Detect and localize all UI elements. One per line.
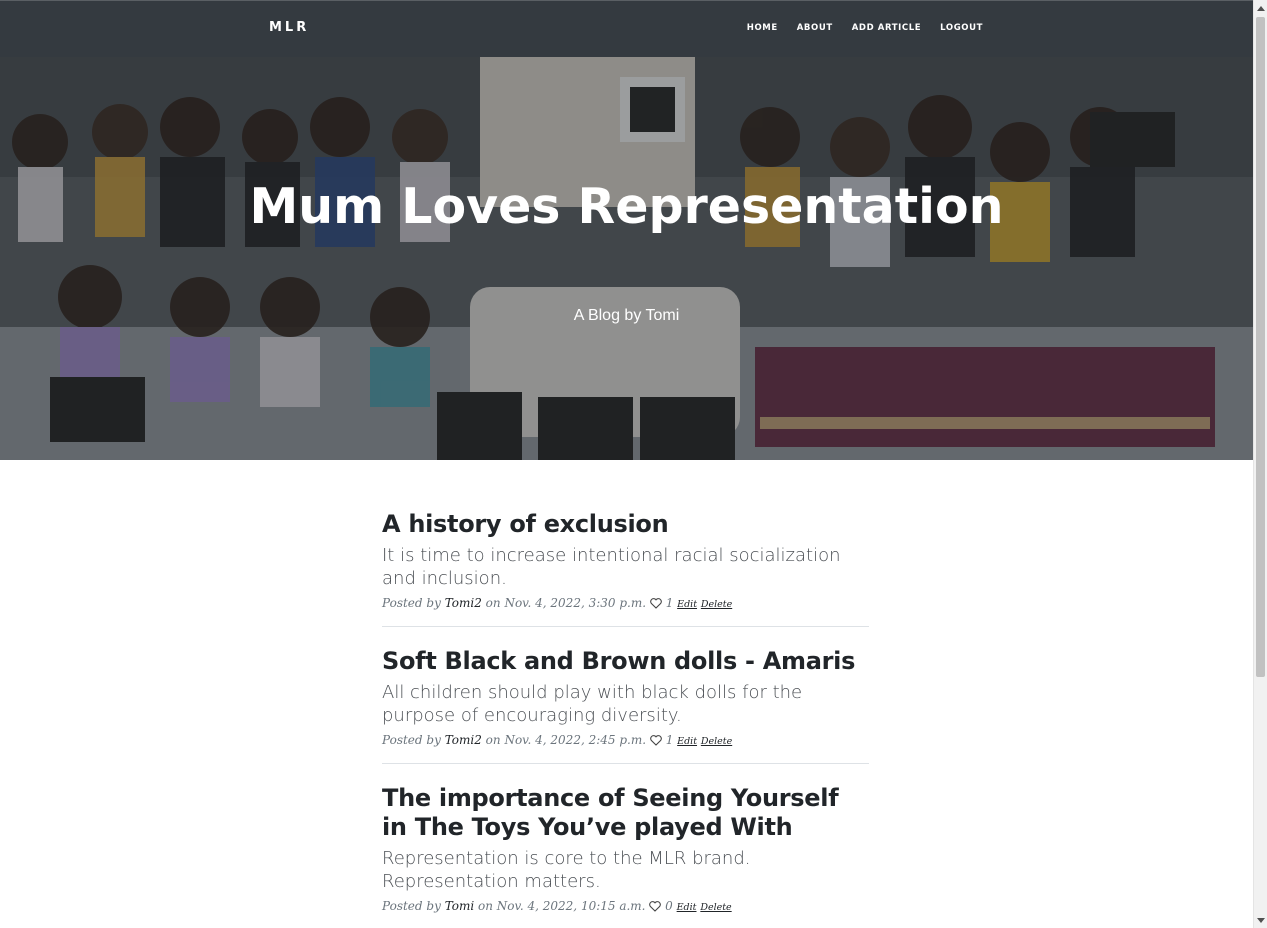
nav-link-add-article[interactable]: ADD ARTICLE [852,23,921,33]
scroll-down-arrow-icon[interactable] [1257,918,1265,923]
post-subtitle: It is time to increase intentional racia… [382,545,841,589]
post-preview: A history of exclusion It is time to inc… [382,510,869,627]
nav-links: HOME ABOUT ADD ARTICLE LOGOUT [747,23,983,33]
delete-post-link[interactable]: Delete [701,736,732,747]
nav-link-logout[interactable]: LOGOUT [940,23,983,33]
post-subtitle: Representation is core to the MLR brand.… [382,848,751,892]
delete-post-link[interactable]: Delete [700,902,731,913]
post-meta: Posted by Tomi on Nov. 4, 2022, 10:15 a.… [382,899,869,915]
nav-link-home[interactable]: HOME [747,23,778,33]
post-meta: Posted by Tomi2 on Nov. 4, 2022, 2:45 p.… [382,733,869,749]
post-list: A history of exclusion It is time to inc… [382,510,869,928]
edit-post-link[interactable]: Edit [677,599,697,610]
edit-post-link[interactable]: Edit [677,902,697,913]
post-title-link[interactable]: The importance of Seeing Yourself in The… [382,784,869,842]
vertical-scrollbar[interactable] [1253,0,1267,928]
delete-post-link[interactable]: Delete [701,599,732,610]
like-count: 0 [665,899,673,913]
post-title-link[interactable]: Soft Black and Brown dolls - Amaris [382,647,869,676]
site-title: Mum Loves Representation [249,178,1004,235]
hero-header: Mum Loves Representation A Blog by Tomi [0,57,1253,460]
post-subtitle: All children should play with black doll… [382,682,803,726]
post-preview: Soft Black and Brown dolls - Amaris All … [382,647,869,764]
post-author: Tomi [444,899,475,913]
post-date: on Nov. 4, 2022, 2:45 p.m. [485,733,647,747]
post-title-link[interactable]: A history of exclusion [382,510,869,539]
like-count: 1 [665,733,674,747]
like-count: 1 [665,596,674,610]
edit-post-link[interactable]: Edit [677,736,697,747]
heart-icon[interactable] [650,735,662,749]
posted-by-label: Posted by [382,899,441,913]
page-viewport: MLR HOME ABOUT ADD ARTICLE LOGOUT Mum Lo… [0,0,1253,928]
post-meta: Posted by Tomi2 on Nov. 4, 2022, 3:30 p.… [382,596,869,612]
scrollbar-thumb[interactable] [1256,17,1265,677]
post-author: Tomi2 [444,596,482,610]
hero-dark-overlay [0,57,1253,460]
nav-link-about[interactable]: ABOUT [797,23,833,33]
post-preview: The importance of Seeing Yourself in The… [382,784,869,928]
heart-icon[interactable] [649,901,662,915]
heart-icon[interactable] [650,598,662,612]
posted-by-label: Posted by [382,733,441,747]
navbar: MLR HOME ABOUT ADD ARTICLE LOGOUT [0,0,1253,57]
post-date: on Nov. 4, 2022, 10:15 a.m. [478,899,646,913]
post-date: on Nov. 4, 2022, 3:30 p.m. [485,596,647,610]
posted-by-label: Posted by [382,596,441,610]
post-author: Tomi2 [444,733,482,747]
site-subheading: A Blog by Tomi [573,307,680,324]
brand-logo-link[interactable]: MLR [269,20,309,35]
scroll-up-arrow-icon[interactable] [1257,6,1265,11]
